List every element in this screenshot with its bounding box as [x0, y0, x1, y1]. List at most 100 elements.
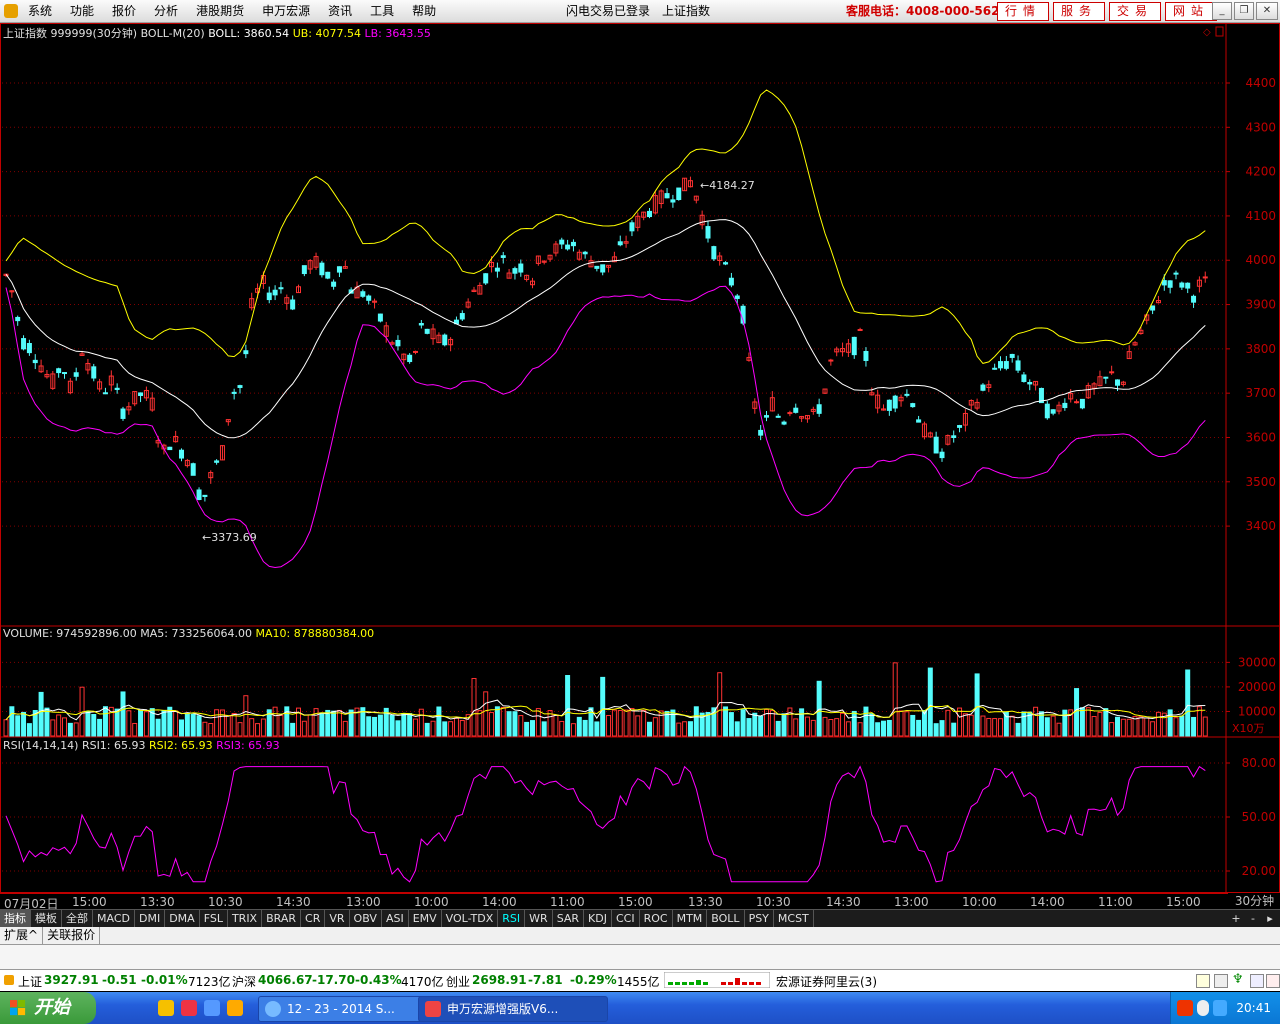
server-name[interactable]: 宏源证券阿里云(3) — [776, 973, 877, 990]
indicator-tab-mcst[interactable]: MCST — [774, 910, 814, 928]
volume-bar — [723, 706, 729, 737]
time-label: 11:00 — [1098, 895, 1133, 909]
period-label[interactable]: 30分钟 — [1229, 893, 1280, 909]
indicator-tab-obv[interactable]: OBV — [350, 910, 382, 928]
menu-item-8[interactable]: 帮助 — [403, 0, 445, 22]
candle-body — [1185, 282, 1191, 289]
indicator-tab-dma[interactable]: DMA — [165, 910, 200, 928]
volume-bar — [50, 719, 56, 737]
candle-body — [1202, 276, 1208, 279]
indicator-tab-vr[interactable]: VR — [325, 910, 350, 928]
candle-body — [705, 226, 711, 239]
indicator-tab-rsi[interactable]: RSI — [498, 910, 526, 928]
indicator-tab-模板[interactable]: 模板 — [31, 910, 62, 928]
indicator-tab-全部[interactable]: 全部 — [62, 910, 93, 928]
lock-icon[interactable] — [1250, 974, 1264, 988]
price-tick-label: 4000 — [1245, 253, 1276, 267]
indicator-tab-dmi[interactable]: DMI — [135, 910, 166, 928]
quicklaunch-icon-3[interactable] — [204, 1000, 220, 1016]
menu-item-0[interactable]: 系统 — [0, 0, 61, 22]
restore-icon[interactable]: ❐ — [1234, 2, 1254, 20]
indicator-tab-cr[interactable]: CR — [301, 910, 326, 928]
volume-bar — [834, 718, 840, 737]
indicator-tab-emv[interactable]: EMV — [409, 910, 442, 928]
indicator-tab-wr[interactable]: WR — [525, 910, 553, 928]
indicator-tab-mtm[interactable]: MTM — [673, 910, 708, 928]
menu-item-1[interactable]: 功能 — [61, 0, 103, 22]
hs-name[interactable]: 沪深 — [232, 973, 256, 990]
indicator-tab-macd[interactable]: MACD — [93, 910, 135, 928]
volume-bar — [97, 718, 103, 737]
scroll-right-icon[interactable]: ▸ — [1262, 911, 1278, 927]
top-button-3[interactable]: 网站 — [1165, 2, 1218, 21]
indicator-tab-roc[interactable]: ROC — [640, 910, 673, 928]
indicator-tab-sar[interactable]: SAR — [553, 910, 585, 928]
bottom-tab-0[interactable]: 扩展^ — [0, 927, 44, 944]
volume-bar — [1050, 715, 1056, 737]
candle-body — [1015, 360, 1021, 371]
zoom-in-icon[interactable]: + — [1228, 911, 1244, 927]
indicator-tab-brar[interactable]: BRAR — [262, 910, 302, 928]
candle-body — [594, 265, 600, 269]
indicator-tab-kdj[interactable]: KDJ — [584, 910, 612, 928]
bottom-tab-1[interactable]: 关联报价 — [43, 927, 101, 944]
wifi-icon[interactable]: ♆ — [1232, 972, 1244, 987]
quicklaunch-icon-2[interactable] — [181, 1000, 197, 1016]
candle-body — [190, 463, 196, 476]
indicator-tab-cci[interactable]: CCI — [612, 910, 640, 928]
corner-box-icon — [1215, 26, 1224, 37]
alert-icon[interactable] — [1266, 974, 1280, 988]
indicator-tab-vol-tdx[interactable]: VOL-TDX — [442, 910, 499, 928]
candle-body — [494, 267, 500, 272]
quicklaunch-icon-1[interactable] — [158, 1000, 174, 1016]
volume-bar — [670, 709, 676, 737]
taskbar-item-browser[interactable]: 12 - 23 - 2014 S... — [258, 996, 438, 1022]
cy-name[interactable]: 创业 — [446, 973, 470, 990]
candle-body — [600, 264, 606, 273]
cy-amount: 1455亿 — [617, 975, 660, 989]
zoom-out-icon[interactable]: - — [1245, 911, 1261, 927]
top-button-2[interactable]: 交易 — [1109, 2, 1162, 21]
indicator-tab-指标[interactable]: 指标 — [0, 910, 31, 928]
indicator-tab-fsl[interactable]: FSL — [200, 910, 228, 928]
ticker-icon — [4, 975, 14, 985]
indicator-tab-boll[interactable]: BOLL — [707, 910, 745, 928]
indicator-tab-trix[interactable]: TRIX — [228, 910, 263, 928]
grid-icon[interactable] — [1214, 974, 1228, 988]
quicklaunch-icon-4[interactable] — [227, 1000, 243, 1016]
indicator-tab-asi[interactable]: ASI — [382, 910, 409, 928]
hs-amount: 4170亿 — [401, 975, 444, 989]
volume-bar — [401, 712, 407, 737]
candle-body — [1062, 402, 1068, 409]
volume-bar — [804, 716, 810, 737]
taskbar-item-app[interactable]: 申万宏源增强版V6... — [418, 996, 608, 1022]
minimize-icon[interactable]: _ — [1212, 2, 1232, 20]
menu-item-6[interactable]: 资讯 — [319, 0, 361, 22]
menu-item-7[interactable]: 工具 — [361, 0, 403, 22]
sogou-icon[interactable] — [1177, 1000, 1193, 1016]
chart-area[interactable]: 4400 4300 4200 4100 4000 3900 3800 3700 3600 3500… — [0, 23, 1280, 893]
kline-chart-svg[interactable]: 4400 4300 4200 4100 4000 3900 3800 3700 3600 3500… — [0, 23, 1280, 893]
top-button-1[interactable]: 服务 — [1053, 2, 1106, 21]
top-button-0[interactable]: 行情 — [997, 2, 1050, 21]
volume-bar — [255, 723, 261, 737]
tray-icon-2[interactable] — [1197, 1000, 1209, 1016]
menu-item-3[interactable]: 分析 — [145, 0, 187, 22]
menu-item-4[interactable]: 港股期货 — [187, 0, 253, 22]
volume-bar — [512, 711, 518, 737]
volume-bar — [898, 710, 904, 737]
candle-body — [775, 415, 781, 418]
volume-bar — [951, 722, 957, 737]
note-icon[interactable] — [1196, 974, 1210, 988]
sh-amount: 7123亿 — [188, 975, 231, 989]
close-icon[interactable]: ✕ — [1256, 2, 1278, 20]
start-button[interactable]: 开始 — [0, 992, 96, 1024]
sh-name[interactable]: 上证 — [18, 973, 42, 990]
shield-icon[interactable] — [1213, 1000, 1227, 1016]
indicator-tab-psy[interactable]: PSY — [745, 910, 774, 928]
menu-item-5[interactable]: 申万宏源 — [253, 0, 319, 22]
volume-bar — [44, 707, 50, 737]
start-label: 开始 — [34, 997, 70, 1018]
volume-bar — [413, 718, 418, 737]
menu-item-2[interactable]: 报价 — [103, 0, 145, 22]
